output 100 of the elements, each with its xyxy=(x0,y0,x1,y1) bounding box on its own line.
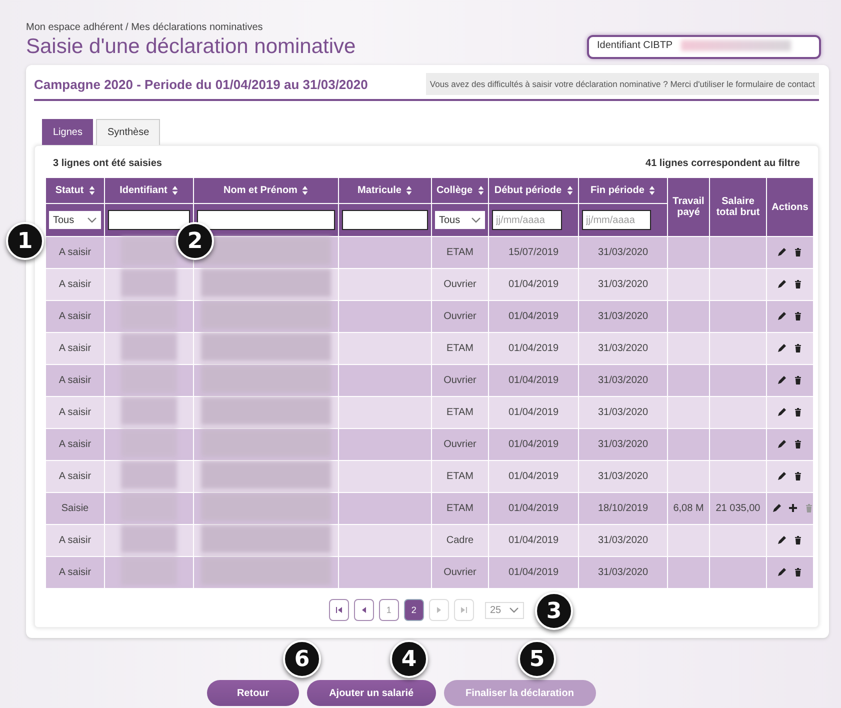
breadcrumb: Mon espace adhérent / Mes déclarations nominatives xyxy=(26,22,264,33)
edit-icon[interactable] xyxy=(777,311,787,322)
salary-cell: 21 035,00 xyxy=(716,503,760,514)
page-size-select[interactable]: 25 xyxy=(484,602,524,618)
redacted-block xyxy=(121,237,177,265)
date-cell: 31/03/2020 xyxy=(578,396,668,428)
filter-input[interactable] xyxy=(108,210,190,230)
previous-page-button[interactable] xyxy=(354,599,374,621)
sort-icon xyxy=(478,186,484,195)
redacted-block xyxy=(121,397,177,425)
edit-icon[interactable] xyxy=(777,535,787,546)
column-header[interactable]: Identifiant xyxy=(104,178,194,204)
next-icon xyxy=(434,606,443,614)
column-header[interactable]: Statut xyxy=(46,178,104,204)
edit-icon[interactable] xyxy=(777,471,787,482)
step-marker: 1 xyxy=(6,222,44,260)
date-cell: 31/03/2020 xyxy=(578,524,668,556)
college-cell: Ouvrier xyxy=(432,300,488,332)
trash-icon[interactable] xyxy=(793,375,803,386)
last-page-icon xyxy=(460,606,468,614)
status-cell: A saisir xyxy=(46,332,104,364)
status-cell: A saisir xyxy=(46,428,104,460)
status-cell: A saisir xyxy=(46,364,104,396)
plus-icon[interactable] xyxy=(788,503,798,514)
action-button[interactable]: Ajouter un salarié xyxy=(307,680,436,706)
column-header[interactable]: Fin période xyxy=(578,178,668,204)
filter-input[interactable] xyxy=(342,210,428,230)
date-cell: 31/03/2020 xyxy=(578,332,668,364)
edit-icon[interactable] xyxy=(777,407,787,418)
paid-work-cell: 6,08 M xyxy=(673,503,704,514)
trash-icon[interactable] xyxy=(793,343,803,354)
tab[interactable]: Lignes xyxy=(42,119,94,145)
date-cell: 01/04/2019 xyxy=(488,524,578,556)
edit-icon[interactable] xyxy=(777,247,787,258)
redacted-block xyxy=(121,461,177,489)
date-cell: 01/04/2019 xyxy=(488,300,578,332)
date-cell: 01/04/2019 xyxy=(488,364,578,396)
trash-icon[interactable] xyxy=(793,247,803,258)
first-page-button[interactable] xyxy=(328,599,349,621)
date-cell: 31/03/2020 xyxy=(578,300,668,332)
date-field[interactable]: jj/mm/aaaa xyxy=(582,210,651,230)
date-cell: 31/03/2020 xyxy=(578,236,668,268)
trash-icon[interactable] xyxy=(793,279,803,290)
sort-icon xyxy=(406,186,412,195)
date-cell: 31/03/2020 xyxy=(578,428,668,460)
trash-icon[interactable] xyxy=(793,439,803,450)
column-header[interactable]: Nom et Prénom xyxy=(194,178,338,204)
step-marker: 6 xyxy=(283,640,321,678)
edit-icon[interactable] xyxy=(777,279,787,290)
column-header[interactable]: Matricule xyxy=(338,178,432,204)
college-cell: ETAM xyxy=(432,396,488,428)
column-header[interactable]: Actions xyxy=(766,178,814,236)
saved-count: 3 lignes ont été saisies xyxy=(53,158,162,169)
status-cell: Saisie xyxy=(46,492,104,524)
status-cell: A saisir xyxy=(46,268,104,300)
date-cell: 01/04/2019 xyxy=(488,492,578,524)
status-cell: A saisir xyxy=(46,300,104,332)
redacted-block xyxy=(121,333,177,361)
edit-icon[interactable] xyxy=(777,375,787,386)
action-button[interactable]: Retour xyxy=(207,680,300,706)
date-cell: 31/03/2020 xyxy=(578,556,668,588)
college-cell: ETAM xyxy=(432,492,488,524)
date-cell: 01/04/2019 xyxy=(488,428,578,460)
campaign-title: Campagne 2020 - Periode du 01/04/2019 au 31/03/2020 xyxy=(34,76,368,92)
sort-icon xyxy=(172,186,178,195)
date-cell: 31/03/2020 xyxy=(578,460,668,492)
filter-input[interactable] xyxy=(197,210,335,230)
trash-icon[interactable] xyxy=(793,311,803,322)
trash-icon[interactable] xyxy=(793,567,803,578)
filter-select[interactable]: Tous xyxy=(435,211,485,229)
edit-icon[interactable] xyxy=(777,567,787,578)
trash-icon[interactable] xyxy=(793,471,803,482)
redacted-block xyxy=(121,269,177,297)
college-cell: Cadre xyxy=(432,524,488,556)
college-cell: ETAM xyxy=(432,332,488,364)
filter-select[interactable]: Tous xyxy=(49,211,101,229)
column-header[interactable]: Travail payé xyxy=(668,178,710,236)
column-header[interactable]: Début période xyxy=(488,178,578,204)
column-header[interactable]: Collège xyxy=(432,178,488,204)
previous-icon xyxy=(360,606,368,614)
sort-icon xyxy=(649,186,656,195)
trash-icon[interactable] xyxy=(793,407,803,418)
college-cell: ETAM xyxy=(432,460,488,492)
column-header[interactable]: Salaire total brut xyxy=(710,178,766,236)
date-cell: 01/04/2019 xyxy=(488,332,578,364)
edit-icon[interactable] xyxy=(777,439,787,450)
sort-icon xyxy=(88,186,95,195)
college-cell: ETAM xyxy=(432,236,488,268)
page-button[interactable]: 2 xyxy=(404,599,424,621)
first-page-icon xyxy=(334,606,343,614)
chevron-icon xyxy=(87,217,97,223)
step-marker: 5 xyxy=(518,640,556,678)
tab[interactable]: Synthèse xyxy=(96,119,160,145)
trash-icon[interactable] xyxy=(793,535,803,546)
date-field[interactable]: jj/mm/aaaa xyxy=(492,210,562,230)
status-cell: A saisir xyxy=(46,236,104,268)
identifier-label: Identifiant CIBTP xyxy=(597,40,673,51)
date-cell: 31/03/2020 xyxy=(578,364,668,396)
edit-icon[interactable] xyxy=(777,343,787,354)
edit-icon[interactable] xyxy=(772,503,782,514)
